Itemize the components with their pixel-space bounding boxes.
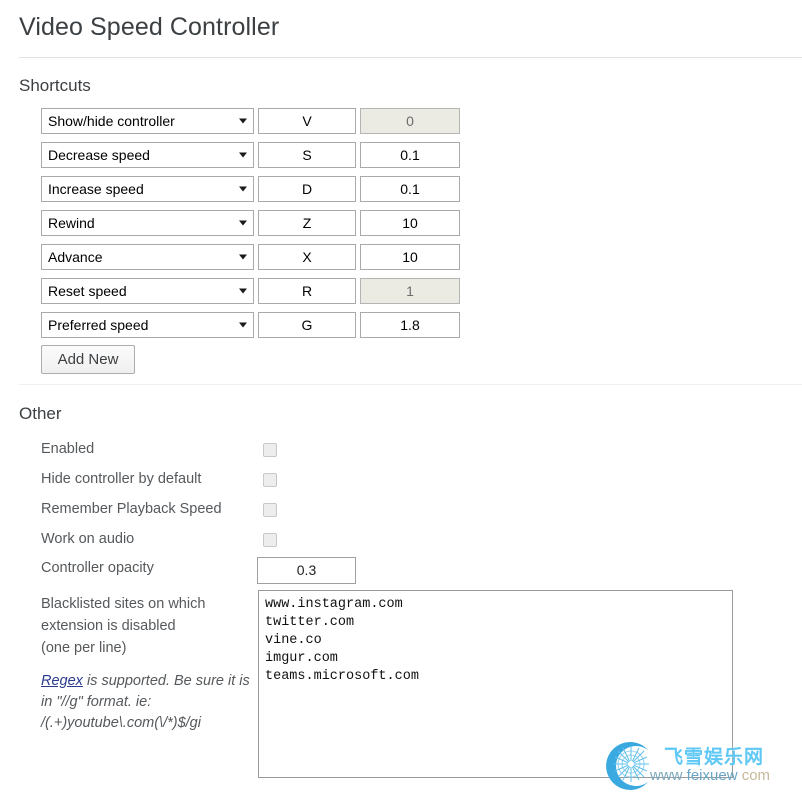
shortcut-action-select[interactable]: Increase speed bbox=[41, 176, 254, 202]
controller-opacity-input[interactable]: 0.3 bbox=[257, 557, 356, 584]
chevron-down-icon bbox=[239, 220, 247, 226]
shortcut-key-input[interactable]: D bbox=[258, 176, 356, 202]
regex-link[interactable]: Regex bbox=[41, 673, 83, 689]
regex-note: Regex is supported. Be sure it is in "//… bbox=[41, 671, 261, 734]
other-heading: Other bbox=[19, 404, 62, 423]
shortcut-value-input[interactable]: 10 bbox=[360, 244, 460, 270]
shortcut-key-input[interactable]: S bbox=[258, 142, 356, 168]
shortcut-action-label: Advance bbox=[48, 249, 103, 265]
option-checkbox[interactable] bbox=[263, 533, 277, 547]
chevron-down-icon bbox=[239, 322, 247, 328]
option-checkbox[interactable] bbox=[263, 473, 277, 487]
shortcut-key-input[interactable]: R bbox=[258, 278, 356, 304]
shortcut-value-input[interactable]: 0.1 bbox=[360, 142, 460, 168]
option-label: Hide controller by default bbox=[41, 471, 202, 487]
shortcut-action-label: Decrease speed bbox=[48, 147, 150, 163]
chevron-down-icon bbox=[239, 118, 247, 124]
shortcut-value-input[interactable]: 0.1 bbox=[360, 176, 460, 202]
shortcut-key-input[interactable]: G bbox=[258, 312, 356, 338]
shortcut-action-select[interactable]: Reset speed bbox=[41, 278, 254, 304]
option-checkbox[interactable] bbox=[263, 443, 277, 457]
shortcut-action-select[interactable]: Preferred speed bbox=[41, 312, 254, 338]
chevron-down-icon bbox=[239, 186, 247, 192]
option-checkbox[interactable] bbox=[263, 503, 277, 517]
shortcut-value-input: 1 bbox=[360, 278, 460, 304]
shortcut-value-input[interactable]: 10 bbox=[360, 210, 460, 236]
shortcut-action-label: Preferred speed bbox=[48, 317, 149, 333]
header-divider bbox=[19, 57, 802, 58]
shortcut-action-label: Increase speed bbox=[48, 181, 144, 197]
other-divider bbox=[19, 384, 802, 385]
shortcut-key-input[interactable]: X bbox=[258, 244, 356, 270]
chevron-down-icon bbox=[239, 254, 247, 260]
shortcut-key-input[interactable]: Z bbox=[258, 210, 356, 236]
shortcut-action-select[interactable]: Show/hide controller bbox=[41, 108, 254, 134]
blacklist-textarea[interactable]: www.instagram.com twitter.com vine.co im… bbox=[258, 590, 733, 778]
page-title: Video Speed Controller bbox=[19, 13, 280, 41]
option-label: Work on audio bbox=[41, 531, 135, 547]
chevron-down-icon bbox=[239, 152, 247, 158]
add-new-button[interactable]: Add New bbox=[41, 345, 135, 374]
shortcut-value-input[interactable]: 1.8 bbox=[360, 312, 460, 338]
shortcut-action-select[interactable]: Decrease speed bbox=[41, 142, 254, 168]
shortcut-action-select[interactable]: Advance bbox=[41, 244, 254, 270]
shortcut-action-label: Rewind bbox=[48, 215, 95, 231]
shortcut-action-label: Reset speed bbox=[48, 283, 127, 299]
option-label: Remember Playback Speed bbox=[41, 501, 222, 517]
options-page: Video Speed Controller Shortcuts Show/hi… bbox=[0, 0, 802, 799]
shortcuts-heading: Shortcuts bbox=[19, 76, 91, 95]
blacklist-label: Blacklisted sites on which extension is d… bbox=[41, 596, 206, 656]
shortcut-key-input[interactable]: V bbox=[258, 108, 356, 134]
shortcut-action-label: Show/hide controller bbox=[48, 113, 175, 129]
shortcut-value-input: 0 bbox=[360, 108, 460, 134]
option-label: Enabled bbox=[41, 441, 95, 457]
shortcut-action-select[interactable]: Rewind bbox=[41, 210, 254, 236]
controller-opacity-label: Controller opacity bbox=[41, 560, 154, 576]
watermark-url-tld: com bbox=[741, 767, 771, 784]
chevron-down-icon bbox=[239, 288, 247, 294]
